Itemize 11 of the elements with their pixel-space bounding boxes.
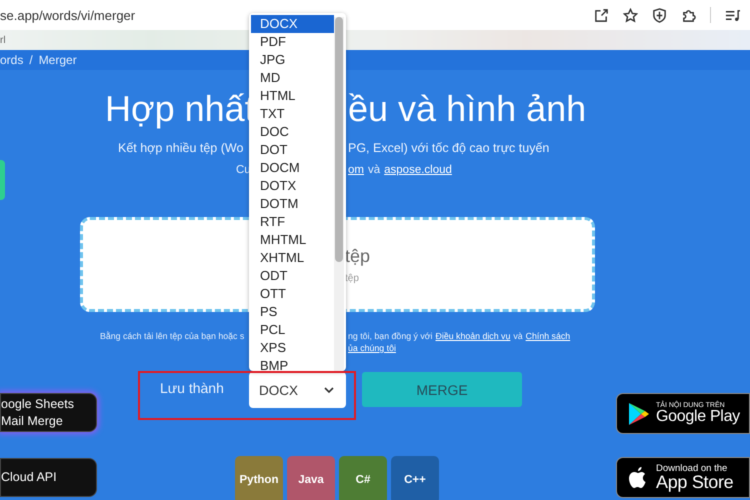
drop-zone-title: tệp (345, 246, 372, 266)
credit-text: và (368, 164, 380, 176)
subtitle: PG, Excel) với tốc độ cao trực tuyến (348, 141, 550, 155)
save-as-label: Lưu thành (160, 380, 225, 396)
page-heading: ều và hình ảnh (348, 88, 586, 130)
terms-text: ng tôi, bạn đồng ý với (348, 331, 433, 341)
drop-zone-hint: tệp (345, 272, 360, 284)
terms-text: và (513, 331, 523, 341)
breadcrumb-separator: / (29, 53, 33, 67)
subtitle: Kết hợp nhiều tệp (Wo (118, 141, 244, 155)
terms-text: Bằng cách tải lên tệp của bạn hoặc s (100, 331, 246, 341)
